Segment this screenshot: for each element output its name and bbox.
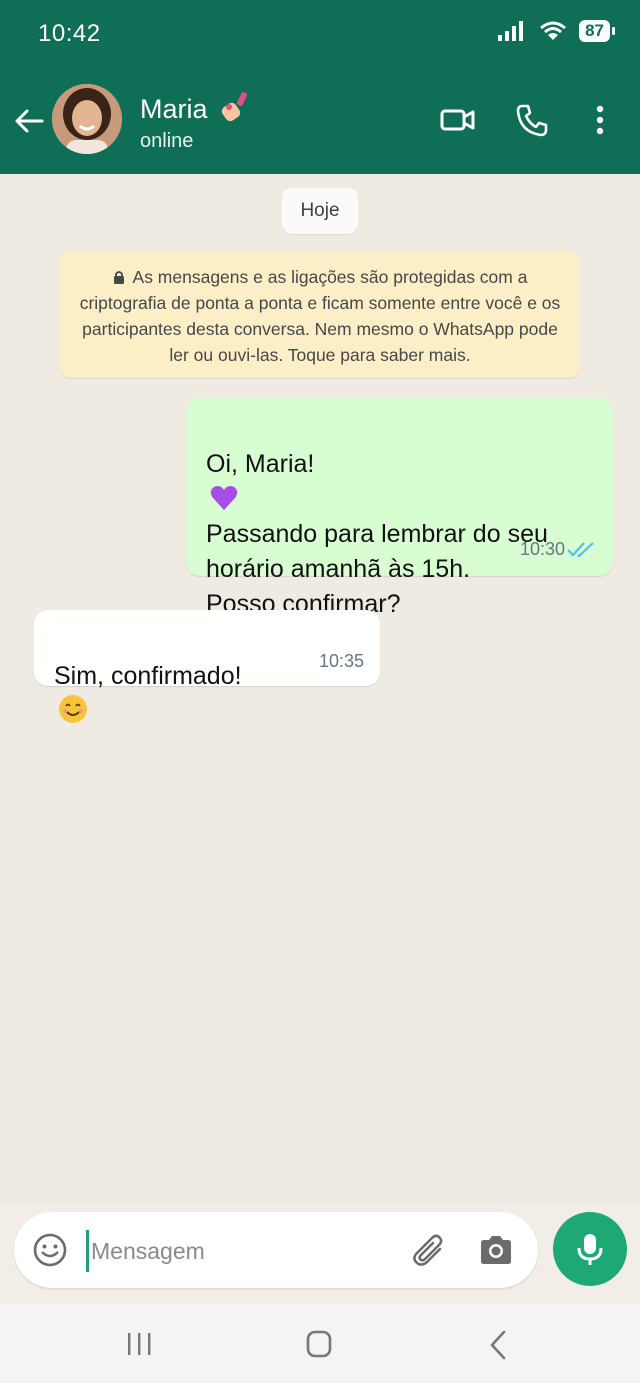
home-icon[interactable] — [299, 1328, 339, 1362]
contact-name[interactable]: Maria — [140, 90, 253, 125]
smiling-face-emoji-icon — [59, 695, 87, 723]
message-time: 10:30 — [519, 539, 565, 559]
status-bar: 10:42 87 — [0, 0, 640, 66]
read-receipt-icon — [567, 542, 594, 558]
avatar[interactable] — [52, 84, 122, 154]
message-bubble-outgoing[interactable]: Oi, Maria! Passando para lembrar do seu … — [186, 398, 613, 618]
purple-heart-emoji-icon — [210, 486, 238, 510]
video-call-icon[interactable] — [440, 102, 476, 138]
contact-status: online — [140, 130, 194, 152]
phone-icon[interactable] — [514, 102, 550, 138]
wifi-icon — [540, 21, 567, 40]
message-input[interactable] — [86, 1230, 393, 1272]
status-time: 10:42 — [38, 20, 101, 47]
message-text: Oi, Maria! Passando para lembrar do seu … — [206, 450, 548, 618]
chat-header: Maria online — [0, 66, 640, 174]
status-icons: 87 — [497, 20, 615, 42]
back-icon[interactable] — [478, 1328, 518, 1362]
battery-indicator: 87 — [579, 20, 615, 42]
camera-icon[interactable] — [478, 1232, 514, 1268]
more-options-icon[interactable] — [582, 102, 618, 138]
microphone-icon — [577, 1234, 603, 1265]
message-time: 10:35 — [318, 651, 364, 671]
encryption-notice[interactable]: As mensagens e as ligações são protegida… — [60, 252, 580, 378]
emoji-icon[interactable] — [32, 1232, 68, 1268]
system-navigation-bar — [0, 1304, 640, 1383]
encryption-notice-text: As mensagens e as ligações são protegida… — [79, 267, 561, 365]
message-composer — [14, 1212, 538, 1288]
paperclip-icon[interactable] — [412, 1232, 446, 1268]
date-separator: Hoje — [282, 188, 358, 234]
avatar-portrait — [52, 84, 122, 154]
message-text: Sim, confirmado! — [54, 624, 360, 729]
chat-area[interactable]: Hoje As mensagens e as ligações são prot… — [0, 174, 640, 1204]
lock-icon — [113, 271, 124, 284]
nail-polish-emoji-icon — [221, 92, 248, 122]
recent-apps-icon[interactable] — [119, 1328, 159, 1362]
back-arrow-icon[interactable] — [12, 104, 46, 138]
message-bubble-incoming[interactable]: Sim, confirmado! 10:35 — [34, 610, 380, 723]
signal-icon — [498, 21, 524, 41]
mic-button[interactable] — [553, 1212, 627, 1286]
